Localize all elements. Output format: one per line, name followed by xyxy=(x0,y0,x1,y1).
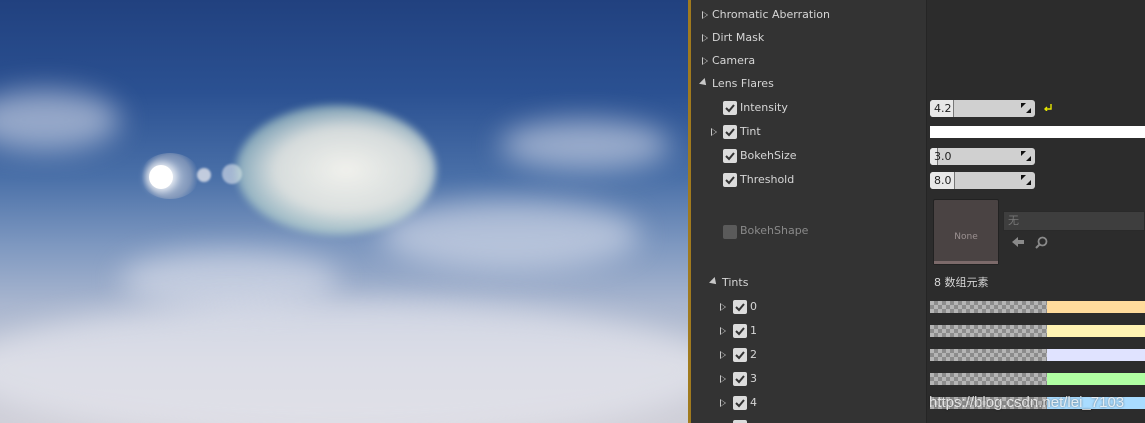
element-index: 0 xyxy=(750,300,757,313)
override-checkbox[interactable] xyxy=(733,324,747,338)
thumbnail-text: None xyxy=(954,232,978,242)
level-viewport[interactable] xyxy=(0,0,688,423)
category-label: Camera xyxy=(712,54,756,67)
property-label: Tint xyxy=(740,125,761,138)
browse-search-icon[interactable] xyxy=(1035,236,1048,249)
collapse-arrow-icon[interactable] xyxy=(709,277,719,287)
category-dirt-mask[interactable]: Dirt Mask xyxy=(691,27,926,49)
reset-to-default-icon[interactable] xyxy=(1043,103,1052,111)
category-label: Dirt Mask xyxy=(712,31,765,44)
spinbox-value: 8.0 xyxy=(934,174,952,187)
element-index: 4 xyxy=(750,396,757,409)
override-checkbox[interactable] xyxy=(733,372,747,386)
tint-color-bar[interactable] xyxy=(930,325,1145,337)
details-panel: Chromatic Aberration Dirt Mask Camera Le… xyxy=(691,0,1145,423)
tint-color-swatch[interactable] xyxy=(930,126,1145,138)
tint-color-bar[interactable] xyxy=(930,373,1145,385)
property-label: Tints xyxy=(722,276,749,289)
property-tints: Tints 8 数组元素 xyxy=(691,272,1145,294)
use-selected-arrow-icon[interactable] xyxy=(1011,236,1025,248)
tint-element: 3 xyxy=(691,368,1145,390)
property-label: BokehSize xyxy=(740,149,797,162)
cloud xyxy=(0,90,120,150)
asset-thumbnail[interactable]: None xyxy=(933,199,999,265)
override-checkbox[interactable] xyxy=(733,396,747,410)
tint-element-partial xyxy=(691,416,1145,423)
property-intensity: Intensity 4.2 xyxy=(691,97,1145,119)
property-threshold: Threshold 8.0 xyxy=(691,169,1145,191)
asset-picker-value: 无 xyxy=(1008,214,1019,227)
bokeh-flare-large xyxy=(236,105,436,235)
collapse-arrow-icon[interactable] xyxy=(699,78,709,88)
drag-arrows-icon xyxy=(1021,175,1031,185)
category-camera[interactable]: Camera xyxy=(691,50,926,72)
property-label: BokehShape xyxy=(740,224,809,237)
category-label: Chromatic Aberration xyxy=(712,8,830,21)
expand-arrow-icon[interactable] xyxy=(720,303,726,311)
cloud xyxy=(0,300,688,423)
intensity-spinbox[interactable]: 4.2 xyxy=(930,100,1035,117)
expand-arrow-icon[interactable] xyxy=(702,11,708,19)
bokeh-flare xyxy=(197,168,211,182)
spinbox-value: 3.0 xyxy=(934,150,952,163)
bokeh-size-spinbox[interactable]: 3.0 xyxy=(930,148,1035,165)
expand-arrow-icon[interactable] xyxy=(711,128,717,136)
tint-color-bar[interactable] xyxy=(930,349,1145,361)
drag-arrows-icon xyxy=(1021,151,1031,161)
element-index: 3 xyxy=(750,372,757,385)
expand-arrow-icon[interactable] xyxy=(720,399,726,407)
override-checkbox[interactable] xyxy=(723,173,737,187)
expand-arrow-icon[interactable] xyxy=(720,351,726,359)
cloud xyxy=(500,120,670,170)
spinbox-value: 4.2 xyxy=(934,102,952,115)
override-checkbox[interactable] xyxy=(733,300,747,314)
array-count: 8 数组元素 xyxy=(934,276,989,289)
category-label: Lens Flares xyxy=(712,77,774,90)
property-bokeh-size: BokehSize 3.0 xyxy=(691,145,1145,167)
element-index: 2 xyxy=(750,348,757,361)
property-label: Threshold xyxy=(740,173,795,186)
threshold-spinbox[interactable]: 8.0 xyxy=(930,172,1035,189)
category-chromatic-aberration[interactable]: Chromatic Aberration xyxy=(691,4,926,26)
tint-color-bar[interactable] xyxy=(930,301,1145,313)
cloud xyxy=(380,200,640,270)
watermark: https://blog.csdn.net/lei_7103 xyxy=(929,394,1125,411)
category-lens-flares[interactable]: Lens Flares xyxy=(691,73,926,95)
tint-element: 1 xyxy=(691,320,1145,342)
override-checkbox[interactable] xyxy=(723,101,737,115)
expand-arrow-icon[interactable] xyxy=(702,34,708,42)
expand-arrow-icon[interactable] xyxy=(720,375,726,383)
asset-picker-combo[interactable]: 无 xyxy=(1003,211,1145,231)
property-bokeh-shape: BokehShape None 无 xyxy=(691,197,1145,267)
sun-core xyxy=(149,165,173,189)
override-checkbox[interactable] xyxy=(723,125,737,139)
override-checkbox[interactable] xyxy=(723,225,737,239)
element-index: 1 xyxy=(750,324,757,337)
override-checkbox[interactable] xyxy=(723,149,737,163)
tint-element: 2 xyxy=(691,344,1145,366)
drag-arrows-icon xyxy=(1021,103,1031,113)
tint-element: 0 xyxy=(691,296,1145,318)
property-tint: Tint xyxy=(691,121,1145,143)
expand-arrow-icon[interactable] xyxy=(720,327,726,335)
override-checkbox[interactable] xyxy=(733,348,747,362)
expand-arrow-icon[interactable] xyxy=(702,57,708,65)
property-label: Intensity xyxy=(740,101,788,114)
